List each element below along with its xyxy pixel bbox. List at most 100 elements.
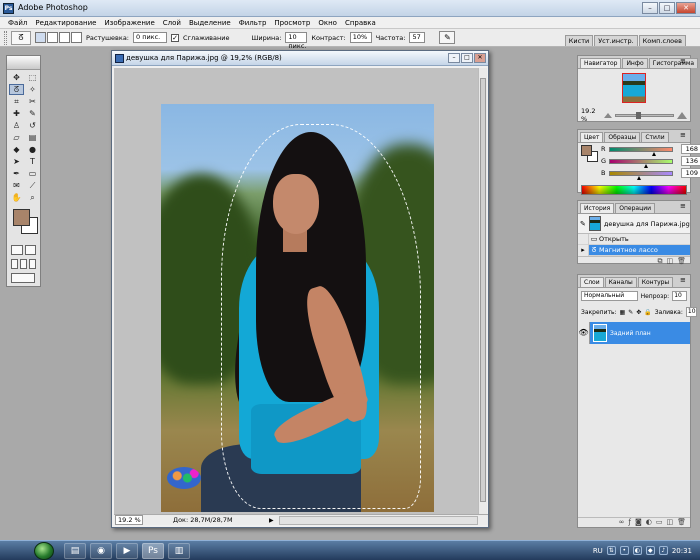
intersect-selection-button[interactable] (71, 32, 82, 43)
stamp-tool-button[interactable]: ♙ (9, 120, 24, 131)
lasso-tool-button[interactable]: ᘔ (9, 84, 24, 95)
pen-tool-button[interactable]: ✒ (9, 168, 24, 179)
document-title-bar[interactable]: девушка для Парижа.jpg @ 19,2% (RGB/8) –… (112, 51, 488, 66)
canvas-area[interactable] (114, 68, 478, 514)
foreground-color-swatch[interactable] (13, 209, 30, 226)
zoom-in-mountain-icon[interactable] (677, 111, 687, 119)
maximize-button[interactable]: □ (659, 2, 675, 14)
new-selection-button[interactable] (35, 32, 46, 43)
eyedropper-tool-button[interactable]: ⟋ (25, 180, 40, 191)
g-slider[interactable] (609, 158, 673, 168)
opacity-input[interactable]: 10 (672, 291, 687, 301)
menu-filter[interactable]: Фильтр (235, 17, 271, 28)
menu-file[interactable]: Файл (4, 17, 31, 28)
language-indicator[interactable]: RU (593, 547, 603, 555)
tab-history[interactable]: История (580, 203, 615, 213)
lock-brush-icon[interactable]: ✎ (628, 309, 633, 316)
tab-info[interactable]: Инфо (622, 58, 648, 68)
tray-app-icon[interactable]: • (619, 546, 629, 555)
color-fg-swatch[interactable] (581, 145, 592, 156)
menu-select[interactable]: Выделение (185, 17, 235, 28)
taskbar-firefox-icon[interactable]: ◉ (90, 542, 112, 559)
navigator-slider-knob[interactable] (635, 111, 641, 119)
pen-pressure-button[interactable]: ✎ (439, 31, 456, 44)
lock-all-icon[interactable]: 🔒 (644, 309, 651, 316)
brush-tool-button[interactable]: ✎ (25, 108, 40, 119)
doc-minimize-button[interactable]: – (448, 53, 460, 63)
navigator-preview[interactable] (622, 73, 646, 103)
tab-swatches[interactable]: Образцы (604, 132, 641, 142)
frequency-input[interactable]: 57 (409, 32, 426, 43)
standard-mode-button[interactable] (11, 245, 23, 255)
menu-edit[interactable]: Редактирование (31, 17, 100, 28)
start-button[interactable] (34, 541, 54, 560)
layer-row[interactable]: 👁 Задний план (578, 322, 690, 344)
move-tool-button[interactable]: ✥ (9, 72, 24, 83)
new-group-icon[interactable]: ▭ (656, 518, 663, 527)
tray-antivirus-icon[interactable]: ◐ (632, 546, 642, 555)
r-value-input[interactable]: 168 (681, 144, 700, 154)
tab-histogram[interactable]: Гистограмма (648, 58, 699, 68)
screen-mode-full-menu-button[interactable] (20, 259, 27, 269)
dodge-tool-button[interactable]: ● (25, 144, 40, 155)
tab-styles[interactable]: Стили (641, 132, 669, 142)
history-step-selected[interactable]: ▸ ᘔ Магнитное лассо (578, 244, 690, 256)
contrast-input[interactable]: 10% (349, 32, 372, 43)
vertical-scrollbar[interactable] (478, 68, 487, 514)
screen-mode-full-button[interactable] (29, 259, 36, 269)
panel-menu-icon[interactable]: ≡ (680, 277, 688, 285)
navigator-zoom-value[interactable]: 19.2 % (581, 107, 601, 123)
fill-input[interactable]: 10 (685, 307, 697, 317)
menu-help[interactable]: Справка (341, 17, 380, 28)
link-layers-icon[interactable]: ∞ (619, 518, 625, 527)
taskbar-explorer-icon[interactable]: ▤ (64, 542, 86, 559)
add-selection-button[interactable] (47, 32, 58, 43)
palette-tab-brushes[interactable]: Кисти (564, 35, 594, 46)
layer-mask-icon[interactable]: ◙ (635, 518, 642, 527)
layer-style-icon[interactable]: ƒ (628, 518, 630, 527)
tab-layers[interactable]: Слои (580, 277, 604, 287)
screen-mode-standard-button[interactable] (11, 259, 18, 269)
gradient-tool-button[interactable]: ▤ (25, 132, 40, 143)
history-step[interactable]: ▭ Открыть (578, 233, 690, 245)
path-select-tool-button[interactable]: ➤ (9, 156, 24, 167)
options-grip[interactable] (4, 30, 7, 45)
trash-icon[interactable]: 🗑 (677, 257, 686, 266)
photo-canvas[interactable] (161, 104, 434, 512)
width-input[interactable]: 10 пикс. (285, 32, 308, 50)
new-layer-icon[interactable]: ◫ (666, 518, 673, 527)
blend-mode-select[interactable]: Нормальный (581, 291, 638, 301)
blur-tool-button[interactable]: ◆ (9, 144, 24, 155)
doc-zoom-field[interactable]: 19.2 % (115, 515, 143, 525)
shape-tool-button[interactable]: ▭ (25, 168, 40, 179)
jump-to-imageready-button[interactable] (11, 273, 35, 283)
menu-layer[interactable]: Слой (159, 17, 185, 28)
zoom-out-mountain-icon[interactable] (604, 112, 612, 118)
eye-icon[interactable]: 👁 (578, 322, 590, 344)
slice-tool-button[interactable]: ✂ (25, 96, 40, 107)
clock[interactable]: 20:31 (672, 547, 692, 555)
doc-close-button[interactable]: ✕ (474, 53, 486, 63)
feather-input[interactable]: 0 пикс. (133, 32, 167, 43)
color-ramp[interactable] (581, 185, 687, 195)
panel-menu-icon[interactable]: ≡ (680, 203, 688, 211)
subtract-selection-button[interactable] (59, 32, 70, 43)
tab-navigator[interactable]: Навигатор (580, 58, 622, 68)
panel-menu-icon[interactable]: ≡ (680, 132, 688, 140)
healing-tool-button[interactable]: ✚ (9, 108, 24, 119)
r-slider-marker[interactable] (652, 151, 656, 156)
tool-preset-picker[interactable]: ᘔ (11, 30, 31, 45)
b-slider-marker[interactable] (637, 175, 641, 180)
menu-image[interactable]: Изображение (100, 17, 158, 28)
horizontal-scrollbar[interactable] (279, 515, 478, 525)
magic-wand-tool-button[interactable]: ✧ (25, 84, 40, 95)
tray-network-icon[interactable]: ⇅ (606, 546, 616, 555)
palette-tab-layer-comps[interactable]: Комп.слоев (638, 35, 686, 46)
new-document-from-state-icon[interactable]: ⧉ (657, 257, 662, 266)
antialias-checkbox[interactable]: ✓ (171, 33, 179, 42)
b-slider[interactable] (609, 170, 673, 180)
b-value-input[interactable]: 109 (681, 168, 700, 178)
hand-tool-button[interactable]: ✋ (9, 192, 24, 203)
type-tool-button[interactable]: T (25, 156, 40, 167)
g-slider-marker[interactable] (644, 163, 648, 168)
